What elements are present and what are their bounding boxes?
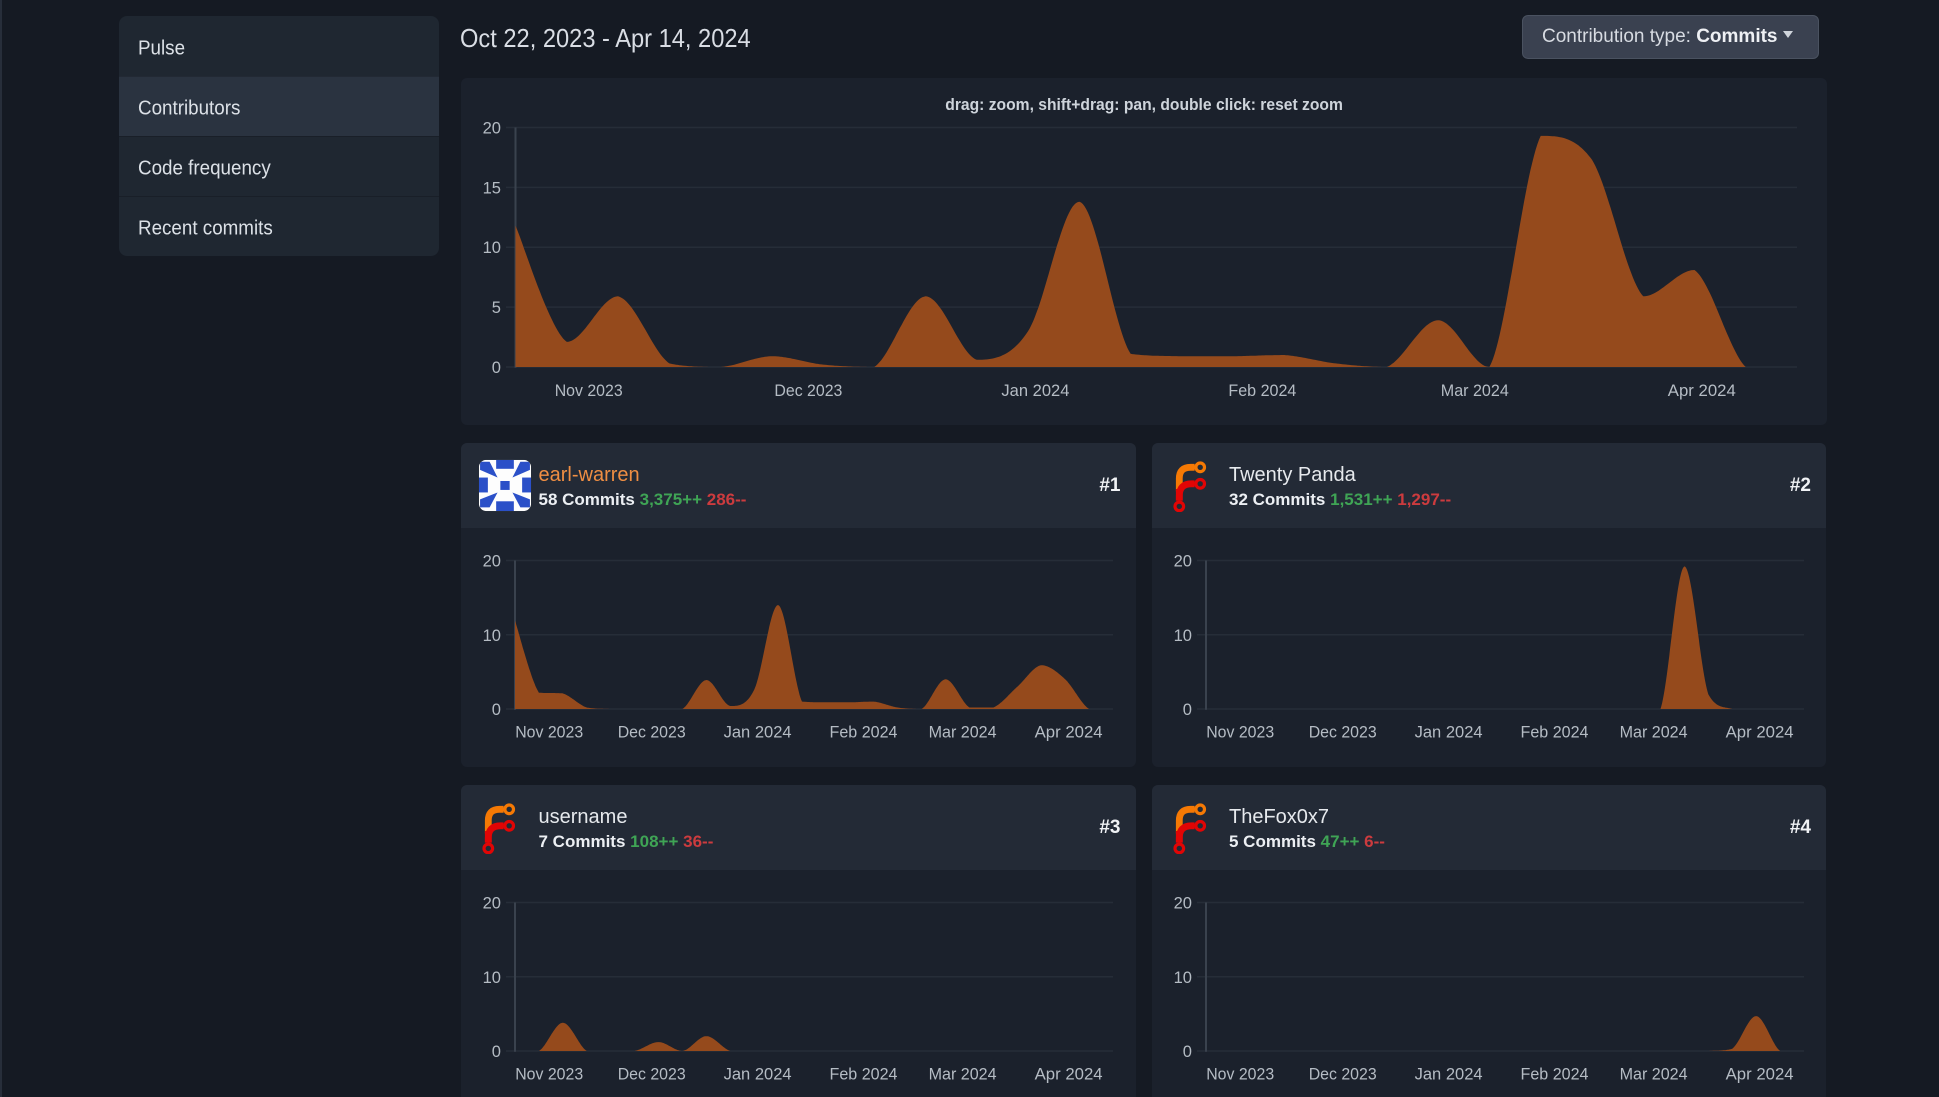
svg-text:Jan 2024: Jan 2024 [1414, 1065, 1482, 1084]
svg-text:10: 10 [1173, 626, 1191, 645]
svg-text:Jan 2024: Jan 2024 [1414, 723, 1482, 742]
svg-text:10: 10 [483, 968, 501, 987]
svg-text:Apr 2024: Apr 2024 [1035, 1065, 1103, 1084]
svg-text:0: 0 [1182, 1042, 1191, 1061]
svg-text:Nov 2023: Nov 2023 [515, 1065, 583, 1084]
svg-text:0: 0 [492, 1042, 501, 1061]
svg-text:Mar 2024: Mar 2024 [1619, 1065, 1687, 1084]
svg-text:Feb 2024: Feb 2024 [1520, 1065, 1588, 1084]
svg-text:Dec 2023: Dec 2023 [1308, 1065, 1376, 1084]
svg-text:Apr 2024: Apr 2024 [1668, 381, 1736, 400]
svg-text:Mar 2024: Mar 2024 [929, 723, 997, 742]
svg-text:15: 15 [483, 178, 501, 197]
svg-text:Dec 2023: Dec 2023 [1308, 723, 1376, 742]
svg-text:10: 10 [1173, 968, 1191, 987]
svg-text:Feb 2024: Feb 2024 [1228, 381, 1296, 400]
svg-text:Jan 2024: Jan 2024 [724, 1065, 792, 1084]
svg-text:20: 20 [1173, 552, 1191, 571]
svg-text:20: 20 [483, 119, 501, 138]
svg-text:Mar 2024: Mar 2024 [1441, 381, 1509, 400]
svg-text:Dec 2023: Dec 2023 [618, 1065, 686, 1084]
svg-text:Dec 2023: Dec 2023 [774, 381, 842, 400]
svg-text:Mar 2024: Mar 2024 [1619, 723, 1687, 742]
svg-text:10: 10 [483, 238, 501, 257]
svg-text:Apr 2024: Apr 2024 [1725, 723, 1793, 742]
svg-text:Nov 2023: Nov 2023 [555, 381, 623, 400]
svg-text:Feb 2024: Feb 2024 [830, 723, 898, 742]
svg-text:Mar 2024: Mar 2024 [929, 1065, 997, 1084]
svg-text:0: 0 [492, 700, 501, 719]
svg-text:Nov 2023: Nov 2023 [515, 723, 583, 742]
svg-text:Feb 2024: Feb 2024 [1520, 723, 1588, 742]
svg-text:5: 5 [492, 298, 501, 317]
svg-text:20: 20 [1173, 894, 1191, 913]
svg-text:Apr 2024: Apr 2024 [1725, 1065, 1793, 1084]
svg-text:20: 20 [483, 552, 501, 571]
svg-text:Feb 2024: Feb 2024 [830, 1065, 898, 1084]
svg-text:Dec 2023: Dec 2023 [618, 723, 686, 742]
svg-text:Nov 2023: Nov 2023 [1206, 1065, 1274, 1084]
svg-text:20: 20 [483, 894, 501, 913]
svg-text:0: 0 [1182, 700, 1191, 719]
svg-text:Jan 2024: Jan 2024 [1001, 381, 1069, 400]
svg-text:0: 0 [492, 358, 501, 377]
svg-text:10: 10 [483, 626, 501, 645]
svg-text:Apr 2024: Apr 2024 [1035, 723, 1103, 742]
svg-text:Jan 2024: Jan 2024 [724, 723, 792, 742]
svg-text:Nov 2023: Nov 2023 [1206, 723, 1274, 742]
